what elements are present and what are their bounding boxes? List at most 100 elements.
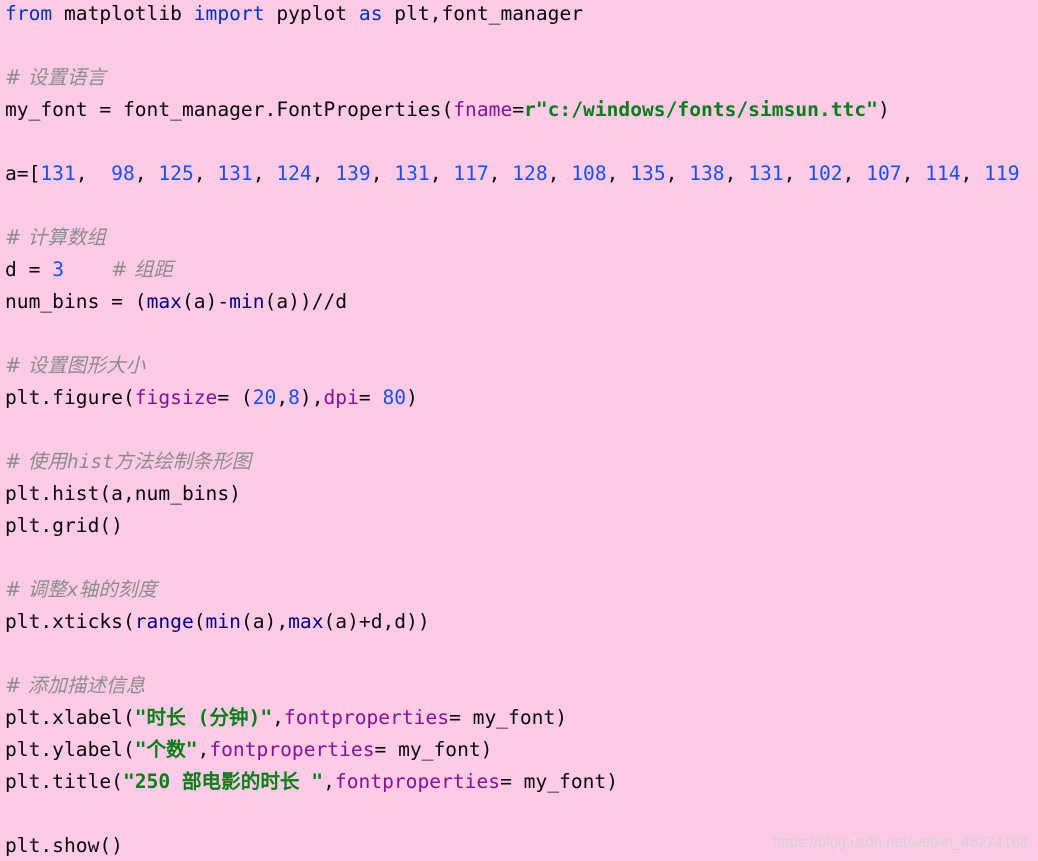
array-value: 131 — [217, 162, 253, 185]
figure-eq1: = ( — [217, 386, 253, 409]
comment-set-language: # 设置语言 — [5, 66, 107, 89]
code-line-xlabel: plt.xlabel("时长 (分钟)",fontproperties= my_… — [5, 702, 567, 734]
comment-bin-width: # 组距 — [111, 258, 174, 281]
array-separator: , — [842, 162, 867, 185]
xticks-p1: ( — [193, 610, 206, 633]
ylabel-string: "个数" — [134, 738, 198, 761]
code-line-array-a: a=[131, 98, 125, 131, 124, 139, 131, 117… — [5, 158, 1020, 190]
array-value: 119 — [984, 162, 1020, 185]
array-prefix: a=[ — [5, 162, 41, 185]
array-separator: , — [429, 162, 454, 185]
array-value: 102 — [807, 162, 843, 185]
array-separator: , — [488, 162, 513, 185]
array-value: 139 — [335, 162, 371, 185]
array-separator: , — [547, 162, 572, 185]
figure-mid: ), — [299, 386, 324, 409]
param-fontproperties-title: fontproperties — [334, 770, 501, 793]
figure-suffix: ) — [406, 386, 418, 409]
array-separator: , — [311, 162, 336, 185]
param-fname: fname — [453, 98, 513, 121]
title-string: "250 部电影的时长 " — [122, 770, 324, 793]
code-editor[interactable]: from matplotlib import pyplot as plt,fon… — [0, 0, 1038, 861]
comment-use-hist: # 使用hist方法绘制条形图 — [5, 446, 251, 478]
keyword-as: as — [358, 2, 383, 25]
param-fontproperties-ylabel: fontproperties — [209, 738, 375, 761]
ylabel-prefix: plt.ylabel( — [5, 738, 135, 761]
array-value: 128 — [512, 162, 548, 185]
xlabel-suffix: = my_font) — [449, 706, 568, 729]
figure-comma: , — [276, 386, 289, 409]
code-line-xticks: plt.xticks(range(min(a),max(a)+d,d)) — [5, 606, 430, 638]
param-dpi: dpi — [323, 386, 359, 409]
xticks-prefix: plt.xticks( — [5, 610, 135, 633]
comment-hist-prefix: # 使用 — [5, 450, 67, 473]
builtin-range: range — [134, 610, 194, 633]
array-separator: , — [606, 162, 631, 185]
code-line-title: plt.title("250 部电影的时长 ",fontproperties= … — [5, 766, 618, 798]
array-values: 131, 98, 125, 131, 124, 139, 131, 117, 1… — [40, 162, 1019, 185]
xlabel-prefix: plt.xlabel( — [5, 706, 135, 729]
array-value: 138 — [689, 162, 725, 185]
xticks-suffix: (a)+d,d)) — [323, 610, 430, 633]
array-value: 131 — [394, 162, 430, 185]
num-bins-mid: (a)- — [181, 290, 230, 313]
d-value: 3 — [52, 258, 64, 281]
code-line-hist: plt.hist(a,num_bins) — [5, 482, 241, 505]
array-value: 114 — [925, 162, 961, 185]
font-suffix: ) — [877, 98, 890, 121]
builtin-max-xticks: max — [288, 610, 324, 633]
array-separator: , — [901, 162, 926, 185]
builtin-min-xticks: min — [205, 610, 241, 633]
comment-adjust-xticks: # 调整x轴的刻度 — [5, 574, 157, 606]
figure-prefix: plt.figure( — [5, 386, 135, 409]
num-bins-prefix: num_bins = ( — [5, 290, 147, 313]
array-value: 131 — [748, 162, 784, 185]
keyword-from: from — [5, 2, 53, 25]
xticks-p2: (a), — [240, 610, 289, 633]
xlabel-comma: , — [272, 706, 284, 729]
code-line-my-font: my_font = font_manager.FontProperties(fn… — [5, 94, 890, 126]
array-separator: , — [960, 162, 985, 185]
code-line-num-bins: num_bins = (max(a)-min(a))//d — [5, 286, 347, 318]
font-path-string: r"c:/windows/fonts/simsun.ttc" — [524, 98, 878, 121]
comment-figure-size: # 设置图形大小 — [5, 354, 146, 377]
title-prefix: plt.title( — [5, 770, 123, 793]
title-comma: , — [323, 770, 335, 793]
figsize-height: 8 — [288, 386, 300, 409]
comment-add-description: # 添加描述信息 — [5, 674, 146, 697]
array-separator: , — [370, 162, 395, 185]
keyword-import: import — [193, 2, 265, 25]
ylabel-suffix: = my_font) — [374, 738, 493, 761]
array-separator: , — [665, 162, 690, 185]
array-separator: , — [252, 162, 277, 185]
comment-hist-word: hist — [66, 450, 115, 473]
builtin-min: min — [229, 290, 265, 313]
array-separator: , — [783, 162, 808, 185]
comment-xticks-prefix: # 调整 — [5, 578, 67, 601]
builtin-max: max — [146, 290, 182, 313]
param-fontproperties-xlabel: fontproperties — [283, 706, 450, 729]
code-line-import: from matplotlib import pyplot as plt,fon… — [5, 0, 583, 30]
array-separator: , — [134, 162, 159, 185]
ylabel-comma: , — [197, 738, 210, 761]
array-value: 124 — [276, 162, 312, 185]
import-name: pyplot — [276, 2, 348, 25]
array-separator: , — [75, 162, 100, 185]
array-value: 131 — [40, 162, 76, 185]
array-value: 108 — [571, 162, 607, 185]
watermark: https://blog.csdn.net/weixin_46274168 — [772, 834, 1028, 851]
title-suffix: = my_font) — [500, 770, 619, 793]
d-prefix: d = — [5, 258, 53, 281]
font-eq: = — [512, 98, 525, 121]
font-prefix: my_font = font_manager.FontProperties( — [5, 98, 454, 121]
code-line-ylabel: plt.ylabel("个数",fontproperties= my_font) — [5, 734, 492, 766]
code-line-d: d = 3 # 组距 — [5, 254, 173, 286]
array-value: 125 — [158, 162, 194, 185]
num-bins-suffix: (a))//d — [264, 290, 348, 313]
xlabel-string: "时长 (分钟)" — [134, 706, 273, 729]
import-rest: plt,font_manager — [394, 2, 584, 25]
array-value: 135 — [630, 162, 666, 185]
comment-hist-suffix: 方法绘制条形图 — [114, 450, 252, 473]
comment-compute-array: # 计算数组 — [5, 226, 107, 249]
code-line-figure: plt.figure(figsize= (20,8),dpi= 80) — [5, 382, 418, 414]
